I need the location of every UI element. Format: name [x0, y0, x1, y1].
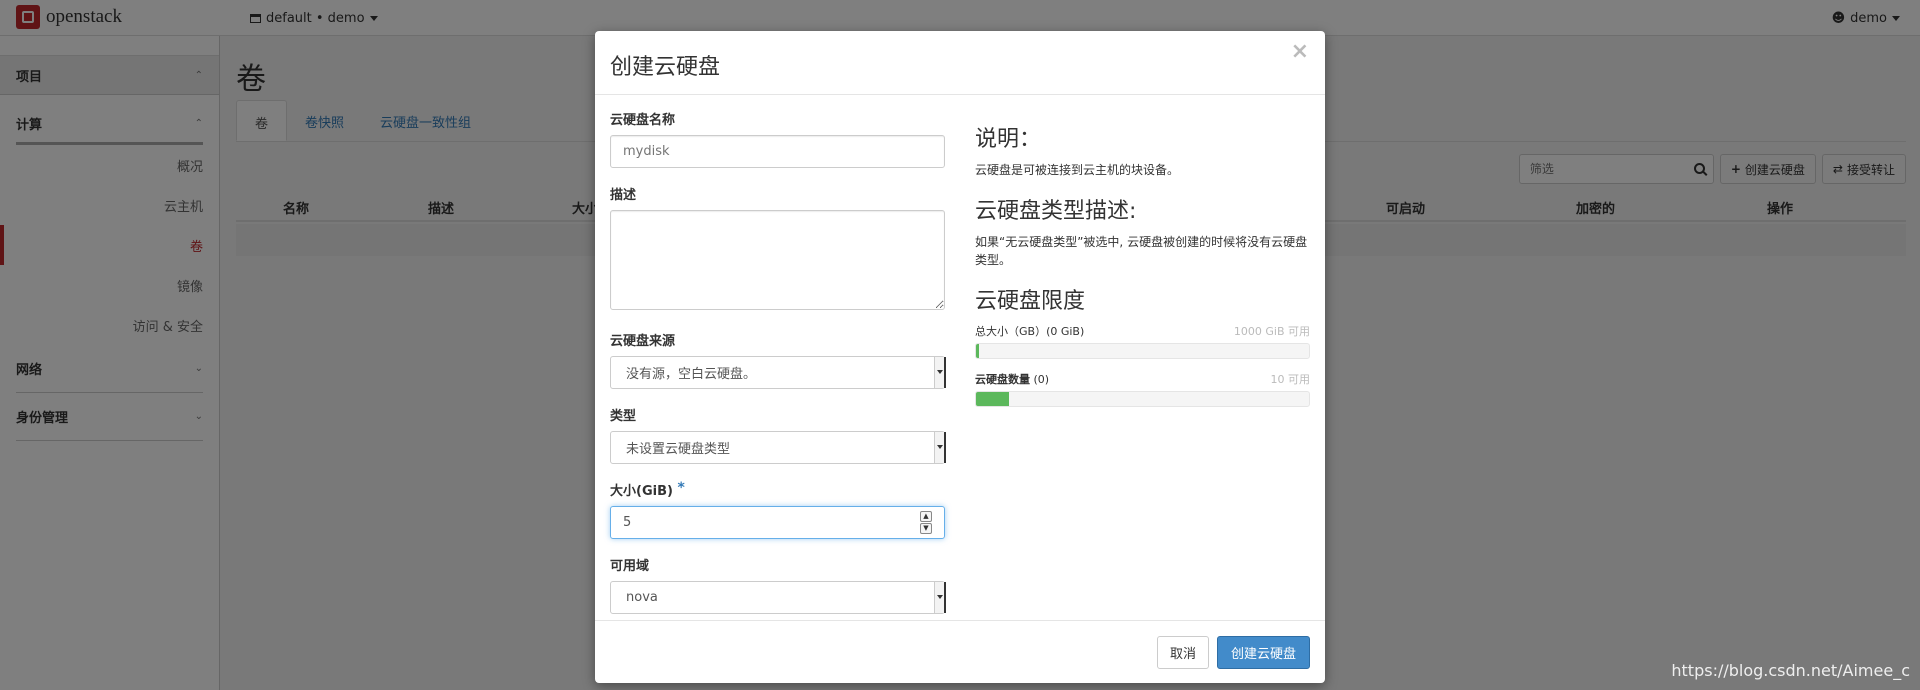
type-label: 类型	[610, 409, 637, 424]
volume-size-input[interactable]: 5 ▲ ▼	[610, 506, 945, 539]
quota-count-row: 云硬盘数量 (0) 10 可用	[975, 371, 1310, 387]
volume-limits-heading: 云硬盘限度	[975, 289, 1086, 314]
source-field-group: 云硬盘来源 没有源，空白云硬盘。	[610, 330, 946, 389]
size-label: 大小(GiB) *	[610, 480, 945, 499]
submit-create-volume-button[interactable]: 创建云硬盘	[1216, 636, 1310, 669]
description-text: 云硬盘是可被连接到云主机的块设备。	[975, 163, 1180, 177]
name-label: 云硬盘名称	[610, 113, 676, 128]
volume-type-heading: 云硬盘类型描述:	[975, 199, 1137, 224]
name-field-group: 云硬盘名称	[610, 109, 945, 168]
chevron-down-icon	[934, 357, 946, 388]
quota-count-progress-bar	[976, 392, 1010, 406]
chevron-down-icon	[934, 582, 946, 613]
description-field-group: 描述	[610, 184, 945, 314]
description-textarea[interactable]	[610, 210, 945, 310]
chevron-down-icon	[934, 432, 946, 463]
decrement-icon[interactable]: ▼	[920, 523, 932, 534]
quota-count-available: 10 可用	[1270, 373, 1311, 386]
volume-source-select[interactable]: 没有源，空白云硬盘。	[610, 356, 946, 389]
description-heading: 说明：	[975, 127, 1042, 152]
volume-type-value: 未设置云硬盘类型	[626, 442, 731, 457]
close-icon[interactable]: ×	[1291, 41, 1309, 63]
source-label: 云硬盘来源	[610, 334, 676, 349]
size-label-text: 大小(GiB)	[610, 484, 673, 499]
volume-form: 云硬盘名称 描述 云硬盘来源 没有源，空白云硬盘。 类型 未设置云硬盘类型	[610, 109, 946, 630]
create-volume-modal: 创建云硬盘 × 云硬盘名称 描述 云硬盘来源 没有源，空白云硬盘。 类型	[595, 31, 1325, 683]
availability-zone-value: nova	[626, 590, 658, 605]
size-field-group: 大小(GiB) * 5 ▲ ▼	[610, 480, 945, 539]
quota-count-progress	[975, 391, 1310, 407]
volume-type-select[interactable]: 未设置云硬盘类型	[610, 431, 946, 464]
modal-header: 创建云硬盘 ×	[595, 31, 1325, 95]
cancel-button[interactable]: 取消	[1156, 636, 1209, 669]
quota-size-progress	[975, 343, 1310, 359]
quota-count-label: 云硬盘数量	[975, 373, 1030, 386]
quota-size-label: 总大小（GB）(0 GiB)	[975, 325, 1085, 338]
availability-zone-select[interactable]: nova	[610, 581, 946, 614]
type-field-group: 类型 未设置云硬盘类型	[610, 405, 946, 464]
volume-size-value: 5	[623, 515, 632, 530]
volume-name-input[interactable]	[610, 135, 945, 168]
increment-icon[interactable]: ▲	[920, 511, 932, 522]
quota-size-progress-bar	[976, 344, 979, 358]
modal-footer: 取消 创建云硬盘	[595, 620, 1325, 683]
quota-size-row: 总大小（GB）(0 GiB) 1000 GiB 可用	[975, 323, 1310, 339]
volume-source-value: 没有源，空白云硬盘。	[626, 367, 757, 382]
availability-zone-label: 可用域	[610, 559, 650, 574]
page: openstack default • demo ☻ demo 项目 ⌃ 计算 …	[0, 0, 1920, 690]
size-stepper: ▲ ▼	[920, 511, 932, 535]
quota-size-available: 1000 GiB 可用	[1233, 325, 1310, 338]
description-label: 描述	[610, 188, 637, 203]
modal-title: 创建云硬盘	[610, 55, 721, 80]
quota-count-used: (0)	[1033, 373, 1050, 386]
quota-count-label-wrap: 云硬盘数量 (0)	[975, 371, 1049, 387]
watermark: https://blog.csdn.net/Aimee_c	[1671, 661, 1910, 680]
az-field-group: 可用域 nova	[610, 555, 946, 614]
info-panel: 说明： 云硬盘是可被连接到云主机的块设备。 云硬盘类型描述: 如果“无云硬盘类型…	[975, 121, 1310, 419]
volume-type-text: 如果“无云硬盘类型”被选中, 云硬盘被创建的时候将没有云硬盘类型。	[975, 235, 1308, 267]
required-marker: *	[677, 480, 685, 496]
